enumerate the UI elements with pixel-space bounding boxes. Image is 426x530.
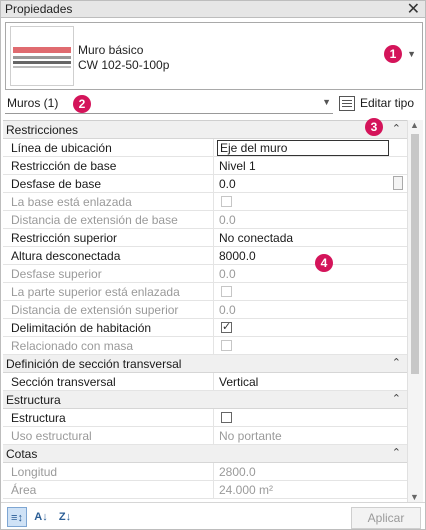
property-row: Desfase superior 0.0 <box>3 265 407 283</box>
callout-badge-1: 1 <box>384 45 402 63</box>
category-label: Cotas <box>6 447 38 461</box>
property-row[interactable]: Línea de ubicación Eje del muro <box>3 139 407 157</box>
property-row[interactable]: Desfase de base 0.0 <box>3 175 407 193</box>
property-row: La base está enlazada <box>3 193 407 211</box>
property-value[interactable]: 0.0 <box>219 177 236 191</box>
type-selector[interactable]: Muro básico CW 102-50-100p 1 ▼ <box>5 22 423 90</box>
property-checkbox <box>221 286 232 297</box>
instance-filter-label: Muros (1) <box>7 96 59 110</box>
property-row: Longitud 2800.0 <box>3 463 407 481</box>
collapse-chevron-icon[interactable]: ⌃ <box>392 392 401 405</box>
property-row[interactable]: Estructura <box>3 409 407 427</box>
property-name: Desfase superior <box>11 267 102 281</box>
property-value[interactable]: Nivel 1 <box>219 159 256 173</box>
category-header[interactable]: Estructura ⌃ <box>3 391 407 409</box>
property-name: Desfase de base <box>11 177 102 191</box>
sort-descending-icon[interactable]: Z↓ <box>55 507 75 527</box>
property-row[interactable]: Restricción superior No conectada <box>3 229 407 247</box>
type-family: Muro básico <box>78 43 144 57</box>
property-value[interactable]: Vertical <box>219 375 258 389</box>
property-name: La base está enlazada <box>11 195 132 209</box>
scrollbar-thumb[interactable] <box>411 134 419 374</box>
collapse-chevron-icon[interactable]: ⌃ <box>392 122 401 135</box>
property-value: 0.0 <box>219 213 236 227</box>
edit-type-label: Editar tipo <box>360 96 415 110</box>
property-name: Relacionado con masa <box>11 339 134 353</box>
property-name: Línea de ubicación <box>11 141 112 155</box>
property-row: Distancia de extensión superior 0.0 <box>3 301 407 319</box>
category-header[interactable]: Cotas ⌃ <box>3 445 407 463</box>
property-row: Uso estructural No portante <box>3 427 407 445</box>
value-scroll-handle[interactable] <box>393 176 403 190</box>
property-name: Restricción superior <box>11 231 118 245</box>
category-header[interactable]: Restricciones ⌃ <box>3 121 407 139</box>
scroll-down-icon[interactable]: ▼ <box>410 492 419 502</box>
category-header[interactable]: Definición de sección transversal ⌃ <box>3 355 407 373</box>
property-value-input[interactable]: Eje del muro <box>217 140 389 156</box>
callout-badge-4: 4 <box>315 254 333 272</box>
property-name: Sección transversal <box>11 375 116 389</box>
property-name: Delimitación de habitación <box>11 321 152 335</box>
property-name: Altura desconectada <box>11 249 121 263</box>
wall-preview-image <box>10 26 74 86</box>
property-name: Área <box>11 483 37 497</box>
property-name: Uso estructural <box>11 429 92 443</box>
sort-ascending-icon[interactable]: A↓ <box>31 507 51 527</box>
category-label: Estructura <box>6 393 61 407</box>
collapse-chevron-icon[interactable]: ⌃ <box>392 446 401 459</box>
type-name: Muro básico CW 102-50-100p <box>78 43 169 73</box>
type-variant: CW 102-50-100p <box>78 58 170 72</box>
property-value: 2800.0 <box>219 465 256 479</box>
property-checkbox[interactable] <box>221 320 232 333</box>
instance-row: Muros (1) ▼ 2 Editar tipo <box>5 94 423 114</box>
property-row: Distancia de extensión de base 0.0 <box>3 211 407 229</box>
property-row[interactable]: Delimitación de habitación <box>3 319 407 337</box>
property-value: No portante <box>219 429 282 443</box>
instance-filter-select[interactable]: Muros (1) ▼ <box>5 94 333 114</box>
apply-button[interactable]: Aplicar <box>351 507 421 529</box>
close-icon[interactable]: ✕ <box>407 0 420 19</box>
property-name: La parte superior está enlazada <box>11 285 180 299</box>
property-name: Longitud <box>11 465 58 479</box>
chevron-down-icon: ▼ <box>322 97 331 107</box>
property-row: La parte superior está enlazada <box>3 283 407 301</box>
property-value: 0.0 <box>219 303 236 317</box>
chevron-down-icon[interactable]: ▼ <box>407 49 416 59</box>
property-checkbox <box>221 340 232 351</box>
property-name: Distancia de extensión de base <box>11 213 178 227</box>
property-value: 24.000 m² <box>219 483 274 497</box>
property-checkbox <box>221 196 232 207</box>
property-name: Estructura <box>11 411 66 425</box>
category-label: Definición de sección transversal <box>6 357 182 371</box>
category-label: Restricciones <box>6 123 79 137</box>
bottom-toolbar: ≡↕ A↓ Z↓ Aplicar <box>1 502 425 530</box>
property-name: Restricción de base <box>11 159 117 173</box>
property-row[interactable]: Restricción de base Nivel 1 <box>3 157 407 175</box>
property-value[interactable]: No conectada <box>219 231 293 245</box>
title-bar: Propiedades ✕ <box>0 0 426 18</box>
window-title: Propiedades <box>5 2 73 16</box>
callout-badge-2: 2 <box>73 95 91 113</box>
properties-panel: Muro básico CW 102-50-100p 1 ▼ Muros (1)… <box>0 18 426 530</box>
collapse-chevron-icon[interactable]: ⌃ <box>392 356 401 369</box>
edit-type-icon <box>339 96 355 111</box>
property-row[interactable]: Sección transversal Vertical <box>3 373 407 391</box>
property-name: Distancia de extensión superior <box>11 303 179 317</box>
scroll-up-icon[interactable]: ▲ <box>410 120 419 130</box>
edit-type-button[interactable]: Editar tipo <box>339 94 423 114</box>
categorized-sort-icon[interactable]: ≡↕ <box>7 507 27 527</box>
property-row[interactable]: Altura desconectada 8000.0 <box>3 247 407 265</box>
property-row: Área 24.000 m² <box>3 481 407 499</box>
properties-grid: Restricciones ⌃ Línea de ubicación Eje del … <box>3 120 407 502</box>
property-checkbox[interactable] <box>221 412 232 423</box>
property-value: 0.0 <box>219 267 236 281</box>
property-row: Relacionado con masa <box>3 337 407 355</box>
callout-badge-3: 3 <box>365 118 383 136</box>
vertical-scrollbar[interactable]: ▲ ▼ <box>407 120 423 502</box>
property-value[interactable]: 8000.0 <box>219 249 256 263</box>
